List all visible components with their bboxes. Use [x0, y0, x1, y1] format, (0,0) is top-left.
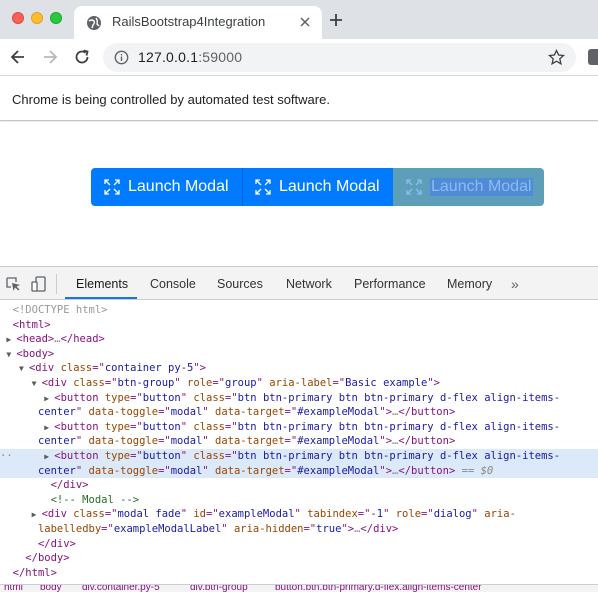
breadcrumb-item[interactable]: button.btn.btn-primary.d-flex.align-item…: [275, 585, 482, 592]
dom-node[interactable]: ▼ <body>: [0, 347, 598, 362]
url-text: 127.0.0.1:59000: [138, 49, 242, 65]
dom-node[interactable]: ▼ <div class="btn-group" role="group" ari…: [0, 376, 598, 391]
devtools-tab-bar: Elements Console Sources Network Perform…: [0, 267, 598, 300]
tab-console[interactable]: Console: [150, 277, 196, 291]
browser-toolbar: 127.0.0.1:59000: [0, 39, 598, 76]
globe-icon: [87, 16, 101, 30]
tab-sources[interactable]: Sources: [217, 277, 263, 291]
info-icon[interactable]: [114, 50, 129, 65]
launch-modal-button-1[interactable]: Launch Modal: [91, 168, 242, 206]
button-label: Launch Modal: [279, 178, 380, 195]
inspect-element-icon[interactable]: [5, 276, 21, 292]
breadcrumb-item[interactable]: div.container.py-5: [82, 585, 160, 592]
bookmark-star-icon[interactable]: [548, 49, 565, 66]
button-label: Launch Modal: [128, 178, 229, 195]
dom-node[interactable]: </div>: [0, 537, 598, 552]
dom-node[interactable]: </body>: [0, 551, 598, 566]
dom-node[interactable]: labelledby="exampleModalLabel" aria-hidd…: [0, 522, 598, 537]
launch-modal-button-3-highlighted[interactable]: Launch Modal: [393, 168, 544, 206]
dom-node[interactable]: </div>: [0, 478, 598, 493]
dom-node[interactable]: <!DOCTYPE html>: [0, 303, 598, 318]
browser-tab[interactable]: RailsBootstrap4Integration: [74, 6, 322, 39]
dom-node[interactable]: center" data-toggle="modal" data-target=…: [0, 434, 598, 449]
dom-node-selected[interactable]: center" data-toggle="modal" data-target=…: [0, 463, 598, 479]
dom-node[interactable]: ▶ <button type="button" class="btn btn-pr…: [0, 420, 598, 435]
breadcrumb: html body div.container.py-5 div.btn-gro…: [0, 584, 598, 592]
dom-node[interactable]: ▶ <div class="modal fade" id="exampleModa…: [0, 507, 598, 522]
dom-node[interactable]: center" data-toggle="modal" data-target=…: [0, 405, 598, 420]
dom-tree[interactable]: <!DOCTYPE html> <html> ▶ <head>…</head> ▼…: [0, 301, 598, 584]
button-group: Launch Modal Launch Modal Launch Modal: [91, 168, 544, 206]
tab-performance[interactable]: Performance: [354, 277, 426, 291]
browser-titlebar: RailsBootstrap4Integration: [0, 0, 598, 39]
tab-title: RailsBootstrap4Integration: [112, 14, 266, 29]
tab-network[interactable]: Network: [286, 277, 332, 291]
tab-elements[interactable]: Elements: [76, 277, 128, 291]
reload-icon[interactable]: [73, 48, 91, 66]
toolbar-divider: [56, 274, 57, 294]
breadcrumb-item[interactable]: html: [4, 585, 23, 592]
dom-node[interactable]: ▶ <button type="button" class="btn btn-pr…: [0, 391, 598, 406]
dom-node-selected[interactable]: ·· ▶ <button type="button" class="btn btn…: [0, 449, 598, 464]
forward-arrow-icon[interactable]: [41, 48, 59, 66]
close-tab-icon[interactable]: [298, 15, 312, 29]
automation-infobar: Chrome is being controlled by automated …: [0, 77, 598, 121]
back-arrow-icon[interactable]: [9, 48, 27, 66]
expand-icon: [104, 179, 120, 195]
dom-node[interactable]: </html>: [0, 566, 598, 581]
expand-icon: [406, 179, 422, 195]
breadcrumb-item[interactable]: body: [40, 585, 62, 592]
dom-node[interactable]: ▼ <div class="container py-5">: [0, 361, 598, 376]
expand-icon: [255, 179, 271, 195]
page-viewport: Launch Modal Launch Modal Launch Modal: [0, 122, 598, 266]
new-tab-icon[interactable]: [328, 12, 344, 28]
address-bar[interactable]: 127.0.0.1:59000: [103, 43, 576, 72]
device-toolbar-icon[interactable]: [31, 276, 47, 292]
breadcrumb-item[interactable]: div.btn-group: [190, 585, 248, 592]
tab-memory[interactable]: Memory: [447, 277, 492, 291]
close-window-button[interactable]: [12, 12, 24, 24]
active-tab-indicator: [65, 297, 137, 299]
dom-node[interactable]: <html>: [0, 318, 598, 333]
dom-node[interactable]: <!-- Modal -->: [0, 493, 598, 508]
launch-modal-button-2[interactable]: Launch Modal: [242, 168, 393, 206]
extension-icon[interactable]: [588, 49, 598, 65]
minimize-window-button[interactable]: [31, 12, 43, 24]
button-label: Launch Modal: [430, 178, 533, 196]
dom-node[interactable]: ▶ <head>…</head>: [0, 332, 598, 347]
url-port: :59000: [198, 49, 243, 65]
zoom-window-button[interactable]: [50, 12, 62, 24]
url-host: 127.0.0.1: [138, 49, 199, 65]
more-tabs-button[interactable]: »: [511, 276, 519, 292]
infobar-text: Chrome is being controlled by automated …: [12, 92, 330, 107]
selected-marker: == $0: [461, 464, 494, 477]
devtools-panel: Elements Console Sources Network Perform…: [0, 266, 598, 592]
